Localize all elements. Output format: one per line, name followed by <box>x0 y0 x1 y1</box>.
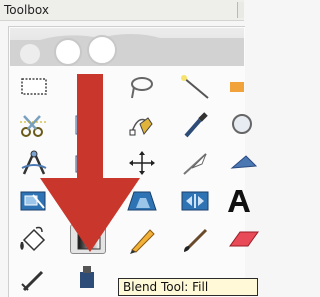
select-by-color-tool-button[interactable] <box>226 72 262 102</box>
zoom-tool-button[interactable] <box>226 110 262 140</box>
window-title: Toolbox <box>4 3 49 17</box>
rotate-tool-button[interactable] <box>226 148 262 178</box>
magic-wand-icon <box>181 75 209 99</box>
magnifier-icon <box>232 114 252 134</box>
flip-tool-button[interactable] <box>178 186 214 216</box>
airbrush-icon <box>21 270 44 292</box>
eyedropper-tool-button[interactable] <box>178 110 214 140</box>
color-picker-tool-button[interactable] <box>178 72 214 102</box>
wilber-drop-area <box>10 28 244 66</box>
eraser-tool-button[interactable] <box>226 224 262 254</box>
ink-bottle-icon <box>80 266 94 288</box>
rotate-icon <box>230 155 258 169</box>
ink-tool-button[interactable] <box>70 262 106 292</box>
paintbrush-icon <box>184 228 208 252</box>
airbrush-tool-button[interactable] <box>16 262 52 292</box>
eraser-icon <box>229 231 259 247</box>
red-pointer-arrow-icon <box>40 74 140 252</box>
titlebar-button-edge[interactable] <box>237 2 244 18</box>
text-tool-button[interactable] <box>226 186 262 216</box>
toolbox-titlebar: Toolbox <box>0 0 244 21</box>
scalpel-icon <box>183 153 207 175</box>
wilber-logo-icon <box>10 34 244 66</box>
blend-tool-tooltip: Blend Tool: Fill <box>118 278 258 296</box>
eyedropper-icon <box>184 112 208 138</box>
text-a-icon <box>228 190 250 212</box>
paintbrush-tool-button[interactable] <box>178 224 214 254</box>
flip-icon <box>181 191 209 211</box>
crop-tool-button[interactable] <box>178 148 214 178</box>
color-select-icon <box>230 82 244 92</box>
